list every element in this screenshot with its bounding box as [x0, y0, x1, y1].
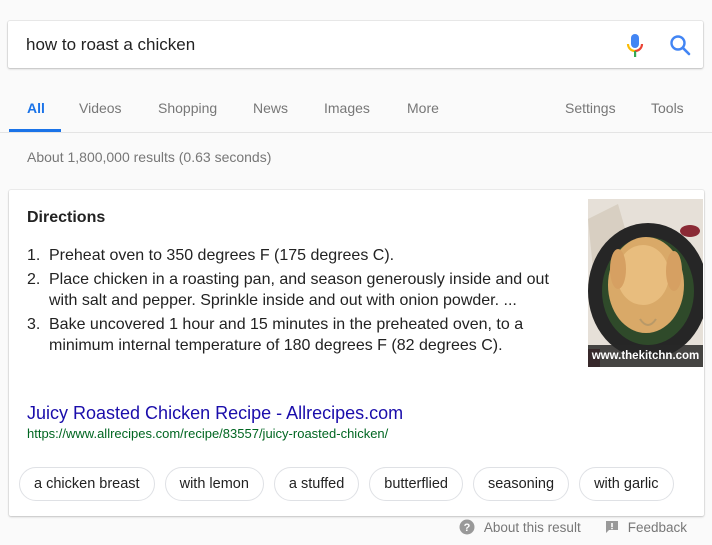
tab-shopping[interactable]: Shopping: [158, 100, 217, 116]
list-item: 1. Preheat oven to 350 degrees F (175 de…: [27, 245, 572, 266]
tab-images[interactable]: Images: [324, 100, 370, 116]
chip-a-chicken-breast[interactable]: a chicken breast: [19, 467, 155, 501]
microphone-icon[interactable]: [625, 33, 645, 59]
about-this-result-label: About this result: [483, 519, 581, 535]
list-item: 2. Place chicken in a roasting pan, and …: [27, 269, 572, 311]
featured-snippet: Directions 1. Preheat oven to 350 degree…: [9, 190, 704, 516]
result-url: https://www.allrecipes.com/recipe/83557/…: [27, 426, 389, 441]
search-input[interactable]: how to roast a chicken: [26, 35, 195, 55]
tab-videos[interactable]: Videos: [79, 100, 122, 116]
chip-seasoning[interactable]: seasoning: [472, 467, 570, 501]
step-number: 1.: [27, 247, 41, 264]
chip-with-garlic[interactable]: with garlic: [579, 467, 674, 501]
result-stats: About 1,800,000 results (0.63 seconds): [27, 149, 272, 165]
tab-tools[interactable]: Tools: [651, 100, 684, 116]
chip-with-lemon[interactable]: with lemon: [164, 467, 264, 501]
image-source-caption: www.thekitchn.com: [588, 345, 703, 367]
svg-text:?: ?: [464, 522, 471, 534]
active-tab-indicator: [9, 129, 61, 132]
list-item: 3. Bake uncovered 1 hour and 15 minutes …: [27, 314, 572, 356]
directions-list: 1. Preheat oven to 350 degrees F (175 de…: [27, 245, 572, 359]
step-text: Place chicken in a roasting pan, and sea…: [49, 271, 549, 309]
roast-chicken-image: [588, 199, 703, 367]
tab-more[interactable]: More: [407, 100, 439, 116]
result-footer: ? About this result Feedback: [435, 519, 687, 535]
recipe-image[interactable]: www.thekitchn.com: [588, 199, 703, 367]
help-icon: ?: [459, 519, 475, 535]
step-number: 2.: [27, 271, 41, 288]
about-this-result-link[interactable]: ? About this result: [459, 519, 581, 535]
chip-butterflied[interactable]: butterflied: [369, 467, 463, 501]
step-number: 3.: [27, 316, 41, 333]
feedback-icon: [605, 521, 618, 533]
tab-settings[interactable]: Settings: [565, 100, 616, 116]
step-text: Bake uncovered 1 hour and 15 minutes in …: [49, 316, 524, 354]
result-title-link[interactable]: Juicy Roasted Chicken Recipe - Allrecipe…: [27, 403, 403, 424]
search-icon[interactable]: [668, 33, 692, 57]
tab-news[interactable]: News: [253, 100, 288, 116]
refinement-chips: a chicken breast with lemon a stuffed bu…: [19, 467, 674, 501]
tab-all[interactable]: All: [27, 100, 45, 116]
step-text: Preheat oven to 350 degrees F (175 degre…: [49, 247, 395, 264]
search-box[interactable]: how to roast a chicken: [8, 21, 703, 68]
search-tabs: All Videos Shopping News Images More Set…: [0, 88, 712, 133]
feedback-link[interactable]: Feedback: [605, 520, 687, 535]
feedback-label: Feedback: [627, 519, 687, 535]
snippet-heading: Directions: [27, 209, 106, 226]
chip-a-stuffed[interactable]: a stuffed: [273, 467, 360, 501]
